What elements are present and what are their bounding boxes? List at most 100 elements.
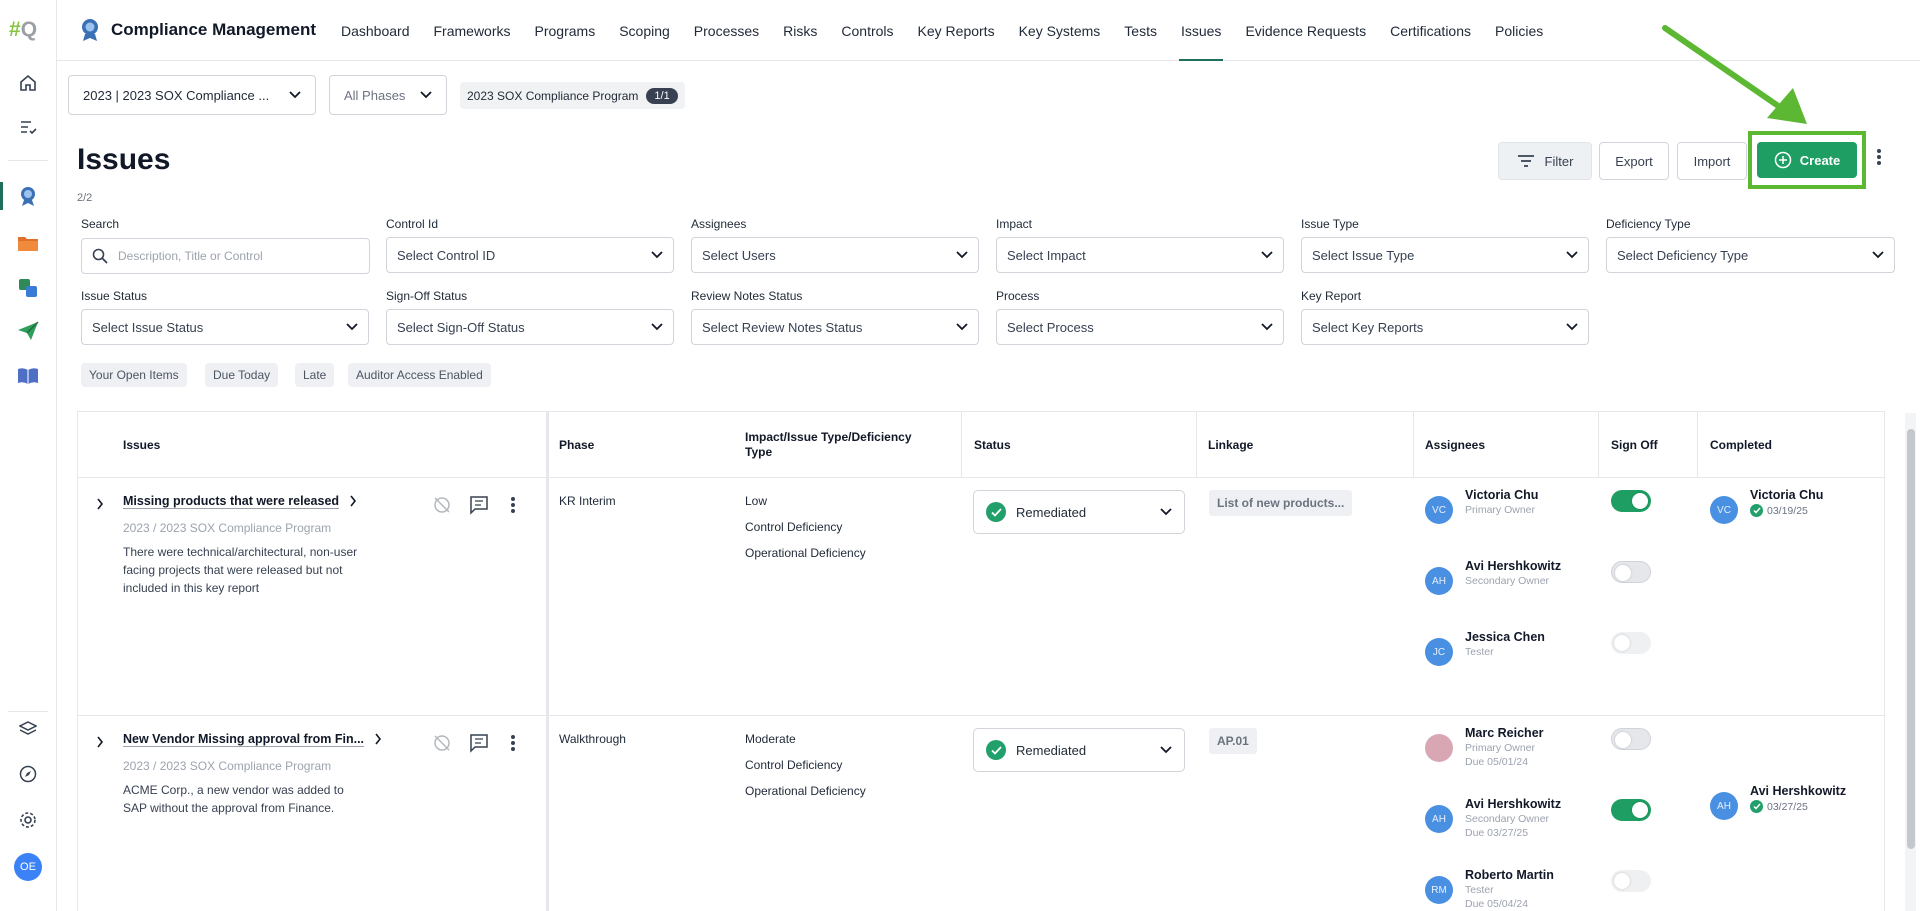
compliance-icon[interactable] — [0, 182, 42, 210]
filter-button[interactable]: Filter — [1498, 142, 1592, 180]
issue-status-label: Issue Status — [81, 289, 148, 303]
chevron-right-icon[interactable] — [374, 733, 382, 745]
process-label: Process — [996, 289, 1040, 303]
check-circle-icon — [986, 502, 1006, 522]
phase-select[interactable]: All Phases — [329, 75, 447, 115]
quick-filter-open-items[interactable]: Your Open Items — [81, 363, 187, 387]
table-row[interactable]: New Vendor Missing approval from Fin... … — [78, 716, 1884, 911]
linkage-chip[interactable]: AP.01 — [1209, 728, 1257, 754]
impact-select[interactable]: Select Impact — [996, 237, 1284, 273]
chevron-right-icon[interactable] — [349, 495, 357, 507]
table-scrollbar[interactable] — [1905, 413, 1916, 911]
chevron-down-icon — [1566, 323, 1578, 331]
send-icon[interactable] — [14, 317, 42, 345]
export-button[interactable]: Export — [1599, 142, 1669, 180]
col-completed[interactable]: Completed — [1710, 412, 1772, 478]
avatar: MR — [1425, 734, 1453, 762]
col-issues[interactable]: Issues — [123, 412, 160, 478]
sync-icon[interactable] — [14, 274, 42, 302]
nav-risks[interactable]: Risks — [771, 0, 829, 61]
impact-label: Impact — [996, 217, 1033, 231]
row-menu-icon[interactable] — [510, 496, 516, 514]
linkage-chip[interactable]: List of new products... — [1209, 490, 1353, 516]
review-notes-label: Review Notes Status — [691, 289, 803, 303]
nav-tests[interactable]: Tests — [1112, 0, 1169, 61]
chevron-down-icon — [1160, 508, 1172, 516]
nav-controls[interactable]: Controls — [829, 0, 905, 61]
comment-icon[interactable] — [469, 495, 489, 515]
comment-icon[interactable] — [469, 733, 489, 753]
program-chip-label: 2023 SOX Compliance Program — [467, 88, 639, 103]
quick-filter-due-today[interactable]: Due Today — [205, 363, 279, 387]
quick-filter-late[interactable]: Late — [295, 363, 335, 387]
key-report-select[interactable]: Select Key Reports — [1301, 309, 1589, 345]
col-status[interactable]: Status — [974, 412, 1011, 478]
brand: Compliance Management — [79, 18, 316, 42]
folder-icon[interactable] — [14, 229, 42, 257]
review-notes-select[interactable]: Select Review Notes Status — [691, 309, 979, 345]
more-options-icon[interactable] — [1876, 148, 1882, 169]
assignee: VC Victoria Chu Primary Owner — [1425, 488, 1538, 524]
compass-icon[interactable] — [14, 760, 42, 788]
search-field[interactable] — [81, 238, 370, 274]
nav-policies[interactable]: Policies — [1483, 0, 1555, 61]
create-button[interactable]: Create — [1757, 142, 1857, 178]
table-row[interactable]: Missing products that were released 2023… — [78, 478, 1884, 716]
home-icon[interactable] — [14, 69, 42, 97]
nav-key-reports[interactable]: Key Reports — [906, 0, 1007, 61]
nav-issues[interactable]: Issues — [1169, 0, 1233, 61]
layers-icon[interactable] — [14, 715, 42, 743]
eye-off-icon[interactable] — [432, 733, 452, 753]
program-chip[interactable]: 2023 SOX Compliance Program 1/1 — [460, 82, 685, 109]
signoff-toggle[interactable] — [1611, 490, 1651, 512]
signoff-status-value: Select Sign-Off Status — [397, 319, 525, 335]
assignees-select[interactable]: Select Users — [691, 237, 979, 273]
assignee-name: Avi Hershkowitz — [1465, 559, 1562, 573]
program-select[interactable]: 2023 | 2023 SOX Compliance ... — [68, 75, 316, 115]
nav-key-systems[interactable]: Key Systems — [1007, 0, 1113, 61]
signoff-toggle[interactable] — [1611, 728, 1651, 750]
user-avatar[interactable]: OE — [14, 853, 42, 881]
deficiency-type-select[interactable]: Select Deficiency Type — [1606, 237, 1895, 273]
signoff-toggle[interactable] — [1611, 561, 1651, 583]
nav-frameworks[interactable]: Frameworks — [422, 0, 523, 61]
import-button[interactable]: Import — [1677, 142, 1747, 180]
issue-status-select[interactable]: Select Issue Status — [81, 309, 369, 345]
nav-certifications[interactable]: Certifications — [1378, 0, 1483, 61]
signoff-toggle[interactable] — [1611, 799, 1651, 821]
completed-date: 03/19/25 — [1767, 504, 1808, 517]
row-menu-icon[interactable] — [510, 734, 516, 752]
status-select[interactable]: Remediated — [973, 728, 1185, 772]
signoff-status-select[interactable]: Select Sign-Off Status — [386, 309, 674, 345]
nav-evidence-requests[interactable]: Evidence Requests — [1233, 0, 1378, 61]
settings-icon[interactable] — [14, 806, 42, 834]
nav-processes[interactable]: Processes — [682, 0, 771, 61]
eye-off-icon[interactable] — [432, 495, 452, 515]
control-id-select[interactable]: Select Control ID — [386, 237, 674, 273]
quick-filter-auditor-access[interactable]: Auditor Access Enabled — [348, 363, 491, 387]
tasks-icon[interactable] — [14, 113, 42, 141]
col-impact[interactable]: Impact/Issue Type/Deficiency Type — [745, 412, 935, 478]
issue-type-select[interactable]: Select Issue Type — [1301, 237, 1589, 273]
process-select[interactable]: Select Process — [996, 309, 1284, 345]
issue-title[interactable]: New Vendor Missing approval from Fin... — [123, 732, 364, 746]
col-assignees[interactable]: Assignees — [1425, 412, 1485, 478]
expand-chevron-icon[interactable] — [96, 498, 104, 510]
search-input[interactable] — [118, 249, 348, 263]
search-label: Search — [81, 217, 120, 231]
nav-scoping[interactable]: Scoping — [607, 0, 682, 61]
chevron-down-icon — [1261, 323, 1273, 331]
col-phase[interactable]: Phase — [559, 412, 594, 478]
scrollbar-thumb[interactable] — [1907, 429, 1915, 849]
signoff-status-label: Sign-Off Status — [386, 289, 468, 303]
status-select[interactable]: Remediated — [973, 490, 1185, 534]
col-signoff[interactable]: Sign Off — [1611, 412, 1658, 478]
expand-chevron-icon[interactable] — [96, 736, 104, 748]
issue-title[interactable]: Missing products that were released — [123, 494, 339, 508]
phase-select-value: All Phases — [344, 87, 406, 103]
book-icon[interactable] — [14, 362, 42, 390]
avatar: AH — [1710, 792, 1738, 820]
nav-dashboard[interactable]: Dashboard — [329, 0, 422, 61]
col-linkage[interactable]: Linkage — [1208, 412, 1253, 478]
nav-programs[interactable]: Programs — [523, 0, 608, 61]
